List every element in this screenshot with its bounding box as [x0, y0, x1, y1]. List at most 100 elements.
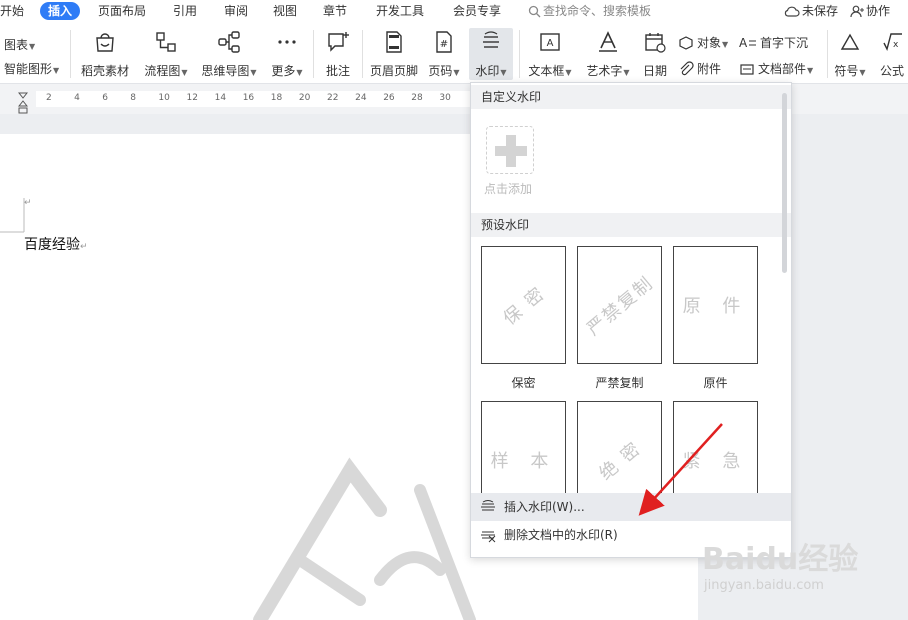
dropcap-icon: A	[739, 36, 756, 50]
tab-insert[interactable]: 插入	[40, 2, 81, 20]
flowchart-button[interactable]: 流程图▼	[141, 28, 191, 80]
ruler-mark: 22	[327, 93, 339, 103]
insert-watermark-label: 插入水印(W)...	[504, 500, 585, 514]
chevron-down-icon: ▼	[181, 68, 188, 77]
smart-shape-label: 智能图形	[4, 62, 53, 76]
doc-parts-button[interactable]: 文档部件▼	[739, 60, 813, 78]
preset-watermark-tile[interactable]: 严禁复制	[577, 246, 662, 364]
insert-watermark-menu-item[interactable]: 插入水印(W)...	[471, 493, 791, 521]
chart-label: 图表	[4, 38, 29, 52]
date-button[interactable]: 日期	[640, 28, 670, 80]
flowchart-icon	[156, 32, 176, 52]
textbox-button[interactable]: A 文本框▼	[526, 28, 574, 80]
comment-label: 批注	[325, 64, 350, 78]
textbox-label: 文本框▼	[528, 64, 572, 78]
divider	[519, 30, 520, 78]
preset-caption: 保密	[511, 376, 536, 390]
watermark-button[interactable]: 水印▼	[469, 28, 513, 80]
baidu-url-text: jingyan.baidu.com	[704, 578, 824, 593]
tab-references[interactable]: 引用	[173, 2, 197, 20]
paragraph-mark: ↵	[80, 242, 88, 252]
command-search[interactable]: 查找命令、搜索模板	[528, 2, 651, 20]
watermark-label: 水印▼	[475, 64, 507, 78]
dropcap-label: 首字下沉	[760, 36, 809, 50]
baidu-jingyan-watermark: Baidu经验 jingyan.baidu.com	[698, 534, 908, 620]
tab-developer[interactable]: 开发工具	[376, 2, 424, 20]
chevron-down-icon: ▼	[500, 68, 507, 77]
cloud-icon	[784, 6, 800, 17]
menu-bar: 开始 插入 页面布局 引用 审阅 视图 章节 开发工具 会员专享 查找命令、搜索…	[0, 0, 908, 22]
preset-caption: 原件	[703, 376, 728, 390]
formula-button[interactable]: x 公式	[876, 28, 908, 80]
preset-caption: 严禁复制	[595, 376, 644, 390]
chevron-down-icon: ▼	[722, 40, 729, 49]
watermark-icon	[481, 500, 495, 511]
symbol-label: 符号▼	[834, 64, 866, 78]
tab-member[interactable]: 会员专享	[453, 2, 501, 20]
watermark-dropdown: 自定义水印 点击添加 预设水印 保 密 严禁复制 原 件 保密 严禁复制 原件 …	[470, 82, 792, 558]
flowchart-label: 流程图▼	[144, 64, 188, 78]
watermark-icon	[483, 31, 499, 48]
user-plus-icon	[850, 5, 864, 18]
indent-marker-icon	[18, 92, 28, 114]
divider	[362, 30, 363, 78]
ruler-mark: 18	[270, 93, 283, 103]
chevron-down-icon: ▼	[565, 68, 572, 77]
formula-icon: x	[883, 33, 902, 51]
tab-view[interactable]: 视图	[273, 2, 297, 20]
mindmap-button[interactable]: 思维导图▼	[199, 28, 259, 80]
chevron-down-icon: ▼	[29, 42, 36, 51]
preset-watermark-tile[interactable]: 保 密	[481, 246, 566, 364]
attachment-button[interactable]: 附件	[678, 60, 721, 78]
save-status[interactable]: 未保存	[784, 2, 838, 20]
ruler-mark: 14	[214, 93, 227, 103]
header-footer-button[interactable]: 页眉页脚	[368, 28, 420, 80]
date-label: 日期	[642, 64, 667, 78]
tab-home[interactable]: 开始	[0, 2, 24, 20]
symbol-button[interactable]: 符号▼	[833, 28, 867, 80]
divider	[827, 30, 828, 78]
more-button[interactable]: 更多▼	[267, 28, 307, 80]
add-watermark-tile[interactable]	[486, 126, 534, 174]
wordart-button[interactable]: 艺术字▼	[584, 28, 632, 80]
wordart-label: 艺术字▼	[586, 64, 630, 78]
svg-text:A: A	[547, 38, 554, 49]
panel-scrollbar[interactable]	[782, 93, 787, 273]
tab-page-layout[interactable]: 页面布局	[98, 2, 146, 20]
horizontal-ruler[interactable]: 2 4 6 8 10 12 14 16 18 20 22 24 26 28 30	[0, 86, 470, 114]
page-number-button[interactable]: # 页码▼	[426, 28, 462, 80]
add-watermark-label[interactable]: 点击添加	[484, 180, 532, 197]
dropcap-button[interactable]: A 首字下沉	[739, 34, 808, 52]
document-text[interactable]: 百度经验↵	[24, 234, 88, 254]
object-button[interactable]: 对象▼	[678, 34, 728, 52]
preset-watermark-header: 预设水印	[471, 213, 791, 237]
chevron-down-icon: ▼	[296, 68, 303, 77]
textbox-icon: A	[540, 33, 560, 51]
attachment-label: 附件	[697, 62, 722, 76]
paperclip-icon	[680, 61, 694, 76]
preset-watermark-text: 绝 密	[595, 437, 646, 485]
smart-shape-dropdown[interactable]: 智能图形▼	[4, 60, 59, 78]
plus-icon	[495, 135, 527, 167]
collab-button[interactable]: 协作	[850, 2, 890, 20]
tab-review[interactable]: 审阅	[224, 2, 248, 20]
ruler-mark: 12	[186, 93, 198, 103]
chevron-down-icon: ▼	[250, 68, 257, 77]
delete-watermark-label: 删除文档中的水印(R)	[504, 528, 618, 542]
chart-dropdown[interactable]: 图表▼	[4, 36, 35, 54]
object-icon	[679, 36, 693, 50]
ruler-strip: 2 4 6 8 10 12 14 16 18 20 22 24 26 28 30	[36, 91, 470, 107]
document-text-content: 百度经验	[24, 237, 80, 253]
search-placeholder: 查找命令、搜索模板	[543, 4, 652, 18]
custom-watermark-header: 自定义水印	[471, 85, 791, 109]
divider	[313, 30, 314, 78]
comment-button[interactable]: 批注	[320, 28, 356, 80]
shell-material-button[interactable]: 稻壳素材	[78, 28, 132, 80]
chevron-down-icon: ▼	[453, 68, 460, 77]
formula-label: 公式	[879, 64, 904, 78]
paragraph-mark: ↵	[24, 198, 32, 208]
preset-watermark-tile[interactable]: 原 件	[673, 246, 758, 364]
ruler-mark: 16	[242, 93, 255, 103]
ruler-mark: 10	[158, 93, 170, 103]
tab-section[interactable]: 章节	[323, 2, 347, 20]
